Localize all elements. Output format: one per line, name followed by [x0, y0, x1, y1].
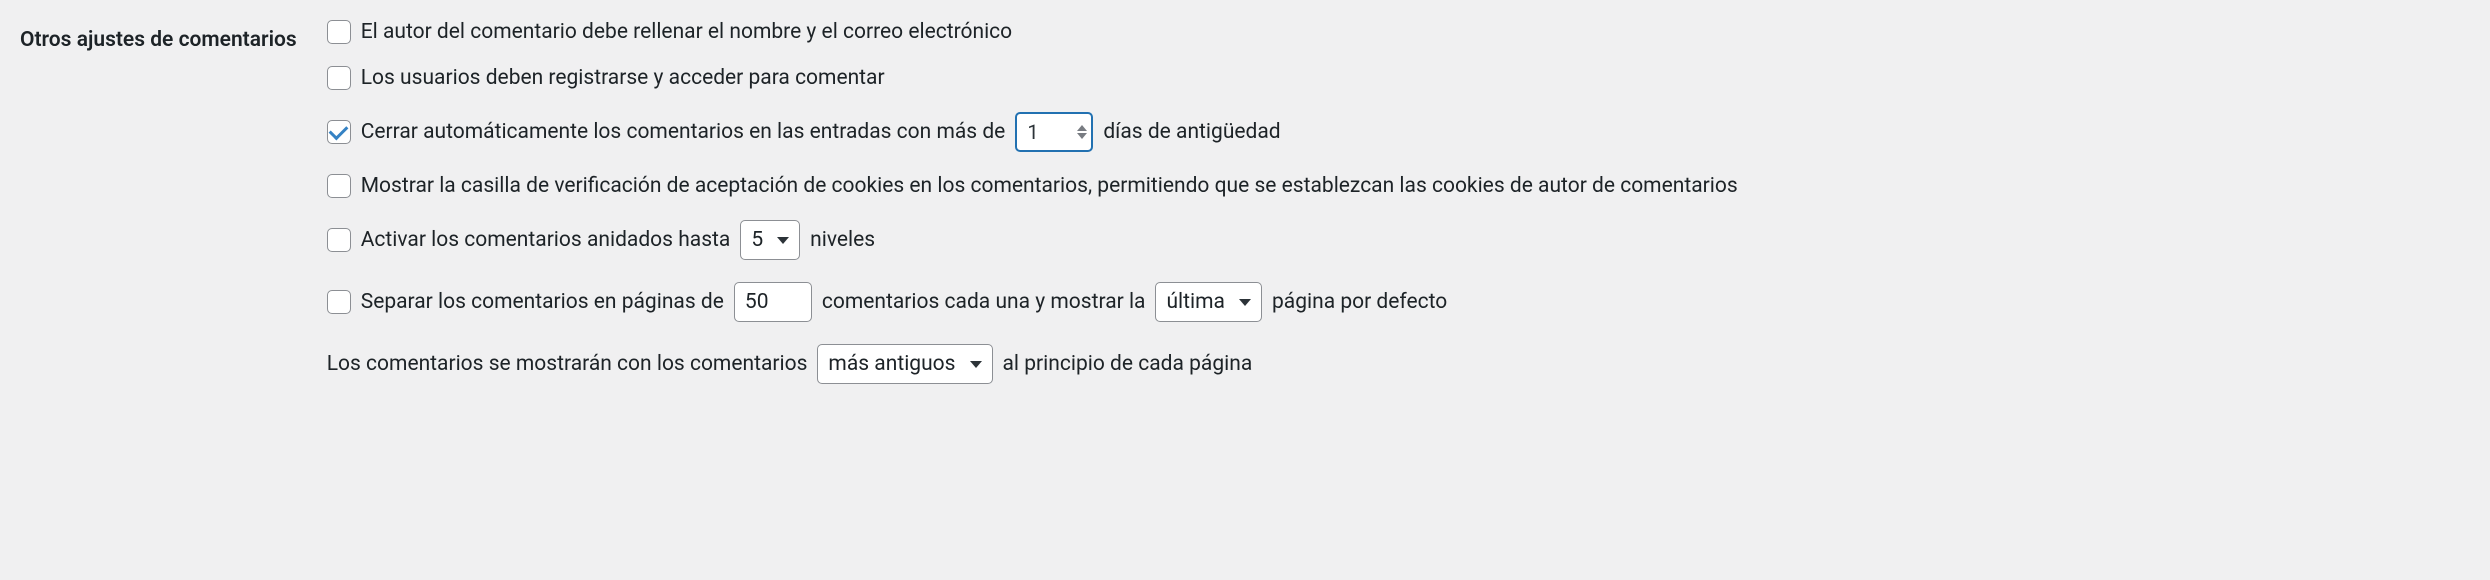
- spinner-up-icon[interactable]: [1077, 125, 1087, 131]
- thread-comments-row: Activar los comentarios anidados hasta 5…: [327, 220, 2470, 260]
- settings-content: El autor del comentario debe rellenar el…: [327, 20, 2470, 384]
- cookies-optin-label: Mostrar la casilla de verificación de ac…: [361, 174, 1738, 198]
- require-registration-row: Los usuarios deben registrarse y acceder…: [327, 66, 2470, 90]
- require-name-email-label: El autor del comentario debe rellenar el…: [361, 20, 1012, 44]
- close-comments-label-before: Cerrar automáticamente los comentarios e…: [361, 120, 1006, 144]
- comments-per-page-input[interactable]: 50: [734, 282, 812, 322]
- cookies-optin-checkbox[interactable]: [327, 174, 351, 198]
- comment-order-value: más antiguos: [828, 352, 955, 376]
- page-comments-label-before: Separar los comentarios en páginas de: [361, 290, 724, 314]
- thread-comments-label-after: niveles: [810, 228, 875, 252]
- close-comments-checkbox[interactable]: [327, 120, 351, 144]
- comment-order-row: Los comentarios se mostrarán con los com…: [327, 344, 2470, 384]
- close-comments-row: Cerrar automáticamente los comentarios e…: [327, 112, 2470, 152]
- page-comments-row: Separar los comentarios en páginas de 50…: [327, 282, 2470, 322]
- thread-comments-checkbox[interactable]: [327, 228, 351, 252]
- close-comments-days-value: 1: [1027, 120, 1077, 144]
- chevron-down-icon: [777, 237, 789, 244]
- close-comments-days-input[interactable]: 1: [1015, 112, 1093, 152]
- comment-order-select[interactable]: más antiguos: [817, 344, 992, 384]
- chevron-down-icon: [970, 361, 982, 368]
- thread-depth-value: 5: [751, 228, 763, 252]
- require-name-email-row: El autor del comentario debe rellenar el…: [327, 20, 2470, 44]
- comments-per-page-value: 50: [745, 290, 769, 314]
- spinner-icon: [1077, 125, 1087, 139]
- default-page-select[interactable]: última: [1155, 282, 1262, 322]
- spinner-down-icon[interactable]: [1077, 133, 1087, 139]
- page-comments-checkbox[interactable]: [327, 290, 351, 314]
- require-registration-label: Los usuarios deben registrarse y acceder…: [361, 66, 885, 90]
- page-comments-label-after: página por defecto: [1272, 290, 1447, 314]
- comment-order-label-before: Los comentarios se mostrarán con los com…: [327, 352, 808, 376]
- chevron-down-icon: [1239, 299, 1251, 306]
- cookies-optin-row: Mostrar la casilla de verificación de ac…: [327, 174, 2470, 198]
- comment-order-label-after: al principio de cada página: [1003, 352, 1253, 376]
- default-page-value: última: [1166, 290, 1225, 314]
- page-comments-label-mid: comentarios cada una y mostrar la: [822, 290, 1146, 314]
- section-title: Otros ajustes de comentarios: [20, 20, 297, 52]
- require-registration-checkbox[interactable]: [327, 66, 351, 90]
- thread-depth-select[interactable]: 5: [740, 220, 800, 260]
- thread-comments-label-before: Activar los comentarios anidados hasta: [361, 228, 731, 252]
- other-comment-settings-section: Otros ajustes de comentarios El autor de…: [20, 20, 2470, 384]
- require-name-email-checkbox[interactable]: [327, 20, 351, 44]
- close-comments-label-after: días de antigüedad: [1103, 120, 1280, 144]
